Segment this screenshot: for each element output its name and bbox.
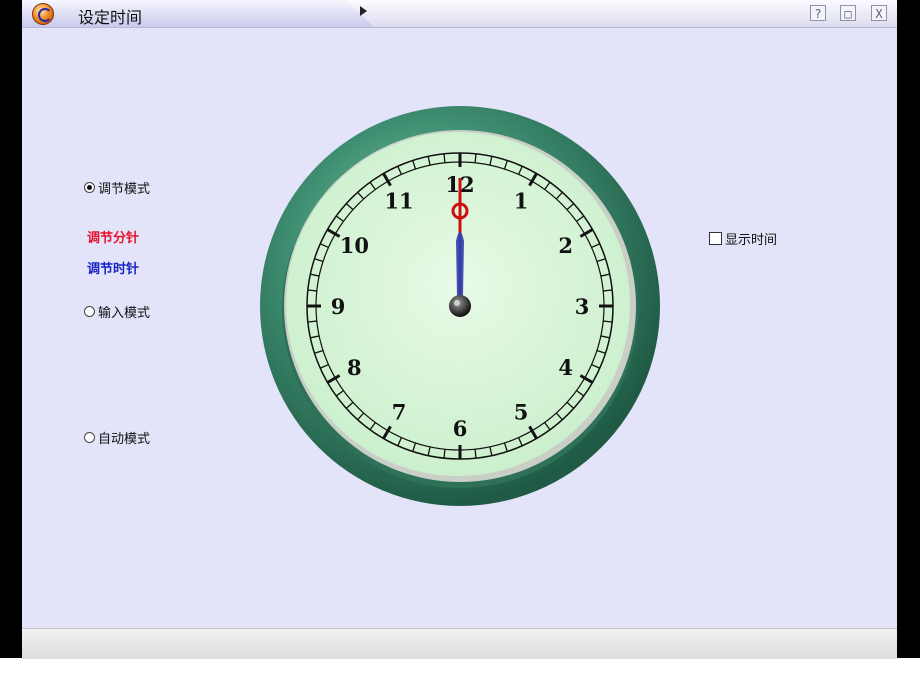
window-title: 设定时间 <box>78 8 143 27</box>
center-cap <box>449 295 471 317</box>
close-button[interactable]: X <box>871 5 887 21</box>
analog-clock[interactable]: 121234567891011 <box>258 104 662 508</box>
title-tab <box>22 0 374 27</box>
clock-numeral-10: 10 <box>340 233 369 258</box>
play-icon[interactable] <box>360 6 367 16</box>
window-frame-bottom <box>0 658 920 690</box>
clock-numeral-1: 1 <box>514 188 529 213</box>
mode-input-label: 输入模式 <box>98 306 151 321</box>
adjust-minute-hand-button[interactable]: 调节分针 <box>87 227 139 246</box>
clock-numeral-5: 5 <box>514 400 529 425</box>
clock-numeral-3: 3 <box>575 294 590 319</box>
clock-numeral-11: 11 <box>384 188 413 213</box>
mode-auto-label: 自动模式 <box>98 432 151 447</box>
help-button[interactable]: ? <box>810 5 826 21</box>
mode-adjust-label: 调节模式 <box>98 182 151 197</box>
mode-adjust-radio[interactable] <box>84 182 95 193</box>
adjust-hour-hand-button[interactable]: 调节时针 <box>87 258 139 277</box>
status-bar <box>22 628 897 659</box>
clock-numeral-2: 2 <box>558 233 573 258</box>
clock-numeral-4: 4 <box>558 355 573 380</box>
mode-adjust-option[interactable]: 调节模式 <box>84 178 150 197</box>
title-bar: 设定时间 ? □ X <box>22 0 897 28</box>
hour-hand[interactable] <box>456 232 464 296</box>
restore-button[interactable]: □ <box>840 5 856 21</box>
app-logo-mark <box>38 8 52 22</box>
mode-input-radio[interactable] <box>84 306 95 317</box>
mode-input-option[interactable]: 输入模式 <box>84 302 150 321</box>
center-cap-highlight <box>454 300 460 306</box>
clock-numeral-9: 9 <box>331 294 346 319</box>
app-logo-icon <box>32 3 54 25</box>
show-time-label: 显示时间 <box>725 233 778 248</box>
clock-numeral-8: 8 <box>347 355 362 380</box>
clock-numeral-7: 7 <box>392 400 407 425</box>
show-time-checkbox[interactable] <box>709 232 722 245</box>
mode-auto-option[interactable]: 自动模式 <box>84 428 150 447</box>
show-time-option[interactable]: 显示时间 <box>709 229 777 248</box>
window-frame-right <box>897 0 920 658</box>
window-frame-left <box>0 0 22 658</box>
clock-numeral-6: 6 <box>453 416 468 441</box>
mode-auto-radio[interactable] <box>84 432 95 443</box>
